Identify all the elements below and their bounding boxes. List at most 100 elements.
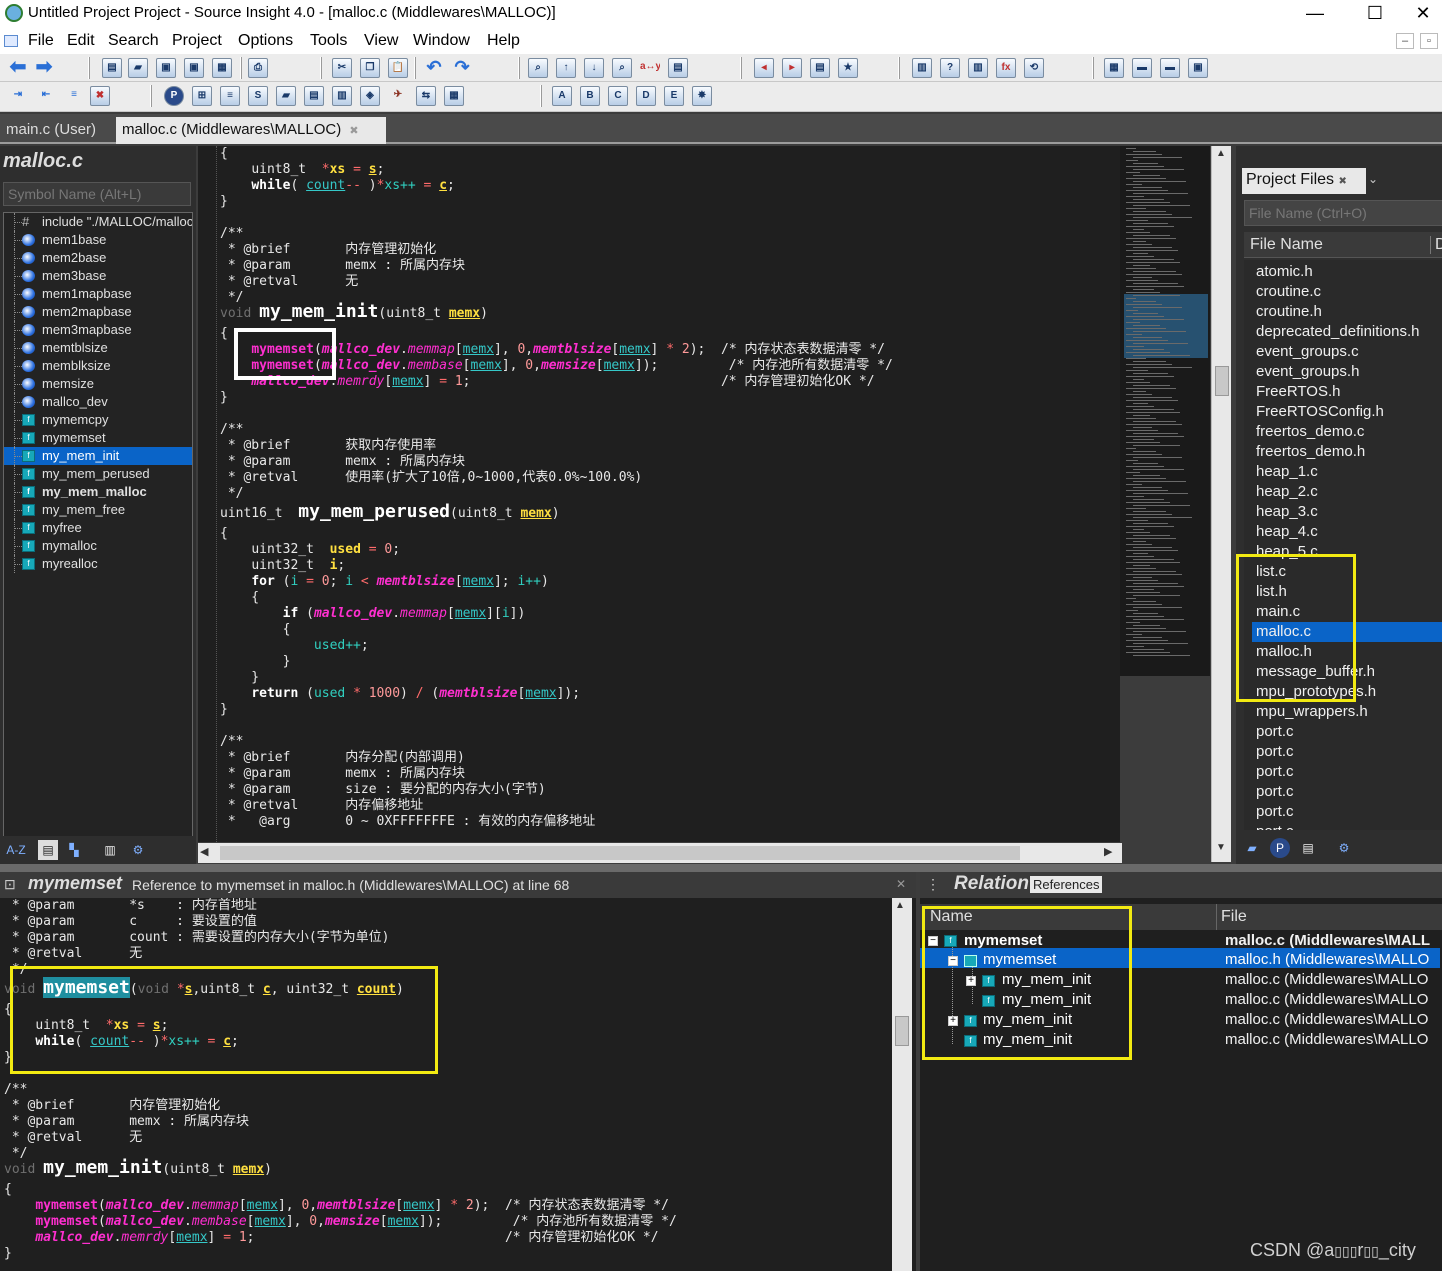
- copy-icon[interactable]: ❐: [360, 58, 380, 78]
- maximize-button[interactable]: ☐: [1352, 0, 1398, 28]
- code-editor[interactable]: { uint8_t *xs = s; while( count-- )*xs++…: [198, 146, 1120, 842]
- project-file-item[interactable]: croutine.h: [1252, 302, 1442, 322]
- browse-icon[interactable]: ▥: [332, 86, 352, 106]
- bookmark-prev-icon[interactable]: ◂: [754, 58, 774, 78]
- folder-icon[interactable]: ▰: [1242, 838, 1262, 858]
- bookmark-icon[interactable]: ★: [838, 58, 858, 78]
- project-file-item[interactable]: heap_3.c: [1252, 502, 1442, 522]
- horizontal-splitter[interactable]: [0, 864, 1442, 872]
- symbol-item[interactable]: memblksize: [4, 357, 192, 375]
- symbol-item[interactable]: f mymalloc: [4, 537, 192, 555]
- scroll-down-icon[interactable]: ▼: [1214, 842, 1228, 858]
- menu-project[interactable]: Project: [172, 32, 222, 50]
- find-next-icon[interactable]: ↓: [584, 58, 604, 78]
- symbol-item[interactable]: f mymemcpy: [4, 411, 192, 429]
- project-file-item[interactable]: FreeRTOS.h: [1252, 382, 1442, 402]
- relation-subtitle[interactable]: References: [1030, 876, 1103, 893]
- column-file[interactable]: File: [1216, 904, 1247, 930]
- project-file-item[interactable]: port.c: [1252, 822, 1442, 830]
- layout-icon[interactable]: ▬: [1132, 58, 1152, 78]
- project-file-item[interactable]: event_groups.c: [1252, 342, 1442, 362]
- print-icon[interactable]: ⎙: [248, 58, 268, 78]
- folder-icon[interactable]: ▰: [276, 86, 296, 106]
- symbol-item[interactable]: f my_mem_malloc: [4, 483, 192, 501]
- cut-icon[interactable]: ✂: [332, 58, 352, 78]
- layout-icon[interactable]: ▬: [1160, 58, 1180, 78]
- panel-b-icon[interactable]: B: [580, 86, 600, 106]
- symbol-item[interactable]: memsize: [4, 375, 192, 393]
- paste-icon[interactable]: 📋: [388, 58, 408, 78]
- find-prev-icon[interactable]: ↑: [556, 58, 576, 78]
- project-file-item[interactable]: event_groups.h: [1252, 362, 1442, 382]
- panel-d-icon[interactable]: D: [636, 86, 656, 106]
- project-icon[interactable]: P: [1270, 838, 1290, 858]
- menu-tools[interactable]: Tools: [310, 32, 347, 50]
- menu-options[interactable]: Options: [238, 32, 293, 50]
- relation-icon[interactable]: ⊞: [192, 86, 212, 106]
- context-code-view[interactable]: * @param *s : 内存首地址 * @param c : 要设置的值 *…: [0, 898, 892, 1271]
- outdent-icon[interactable]: ⇤: [36, 86, 56, 106]
- replace-icon[interactable]: a↔y: [640, 58, 660, 78]
- menu-window[interactable]: Window: [413, 32, 470, 50]
- redo-icon[interactable]: ↷: [452, 58, 472, 78]
- minimize-button[interactable]: —: [1292, 0, 1338, 28]
- file-list-icon[interactable]: ▤: [1298, 838, 1318, 858]
- signpost-icon[interactable]: ⇆: [416, 86, 436, 106]
- project-file-item[interactable]: mpu_wrappers.h: [1252, 702, 1442, 722]
- menu-view[interactable]: View: [364, 32, 398, 50]
- category-icon[interactable]: ▚: [64, 840, 84, 860]
- scroll-thumb[interactable]: [1215, 366, 1229, 396]
- relation-row-file[interactable]: malloc.c (Middlewares\MALLO: [1225, 1030, 1428, 1050]
- undo-icon[interactable]: ↶: [424, 58, 444, 78]
- symbol-item[interactable]: mem3base: [4, 267, 192, 285]
- symbol-item[interactable]: f my_mem_init: [4, 447, 192, 465]
- close-file-icon[interactable]: ▦: [212, 58, 232, 78]
- symbol-item[interactable]: f my_mem_free: [4, 501, 192, 519]
- scroll-right-icon[interactable]: ▶: [1104, 845, 1120, 861]
- delete-icon[interactable]: ✖: [90, 86, 110, 106]
- symbol-item[interactable]: f myrealloc: [4, 555, 192, 573]
- symbol-search-input[interactable]: Symbol Name (Alt+L): [3, 182, 191, 206]
- symbol-item[interactable]: f my_mem_perused: [4, 465, 192, 483]
- tab-close-icon[interactable]: ✖: [1338, 176, 1346, 187]
- symbol-item[interactable]: f myfree: [4, 519, 192, 537]
- symbol-item[interactable]: mallco_dev: [4, 393, 192, 411]
- column-d[interactable]: D: [1430, 236, 1442, 254]
- scroll-thumb[interactable]: [895, 1016, 909, 1046]
- help-lookup-icon[interactable]: ?: [940, 58, 960, 78]
- project-file-item[interactable]: port.c: [1252, 782, 1442, 802]
- save-all-icon[interactable]: ▣: [184, 58, 204, 78]
- menu-search[interactable]: Search: [108, 32, 159, 50]
- project-file-item[interactable]: port.c: [1252, 762, 1442, 782]
- panel-e-icon[interactable]: E: [664, 86, 684, 106]
- editor-horizontal-scrollbar[interactable]: ◀ ▶: [198, 843, 1122, 863]
- menu-file[interactable]: File: [28, 32, 54, 50]
- project-file-item[interactable]: freertos_demo.c: [1252, 422, 1442, 442]
- panel-c-icon[interactable]: C: [608, 86, 628, 106]
- symbol-item[interactable]: mem2base: [4, 249, 192, 267]
- symbol-item[interactable]: f mymemset: [4, 429, 192, 447]
- project-file-item[interactable]: croutine.c: [1252, 282, 1442, 302]
- back-icon[interactable]: ⬅: [8, 58, 28, 78]
- scroll-thumb[interactable]: [220, 846, 1020, 860]
- file-search-input[interactable]: File Name (Ctrl+O): [1244, 200, 1442, 226]
- book-icon[interactable]: ▥: [968, 58, 988, 78]
- symbol-item[interactable]: # include "./MALLOC/malloc.h": [4, 213, 192, 231]
- project-file-item[interactable]: port.c: [1252, 802, 1442, 822]
- forward-icon[interactable]: ➡: [34, 58, 54, 78]
- mdi-restore-button[interactable]: ▫: [1420, 33, 1438, 49]
- outline-icon[interactable]: ≡: [220, 86, 240, 106]
- column-file-name[interactable]: File Name: [1250, 236, 1323, 253]
- menu-edit[interactable]: Edit: [67, 32, 95, 50]
- gear-icon[interactable]: ⚙: [1334, 838, 1354, 858]
- panel-a-icon[interactable]: A: [552, 86, 572, 106]
- panel-star-icon[interactable]: ✸: [692, 86, 712, 106]
- symbol-icon[interactable]: ▥: [912, 58, 932, 78]
- project-file-list[interactable]: atomic.h croutine.c croutine.h deprecated_d…: [1244, 260, 1442, 830]
- save-icon[interactable]: ▣: [156, 58, 176, 78]
- mdi-minimize-button[interactable]: –: [1396, 33, 1414, 49]
- project-file-item[interactable]: atomic.h: [1252, 262, 1442, 282]
- relation-row-file[interactable]: malloc.c (Middlewares\MALLO: [1225, 970, 1428, 990]
- clip-icon[interactable]: ▤: [304, 86, 324, 106]
- layout-icon[interactable]: ▦: [1104, 58, 1124, 78]
